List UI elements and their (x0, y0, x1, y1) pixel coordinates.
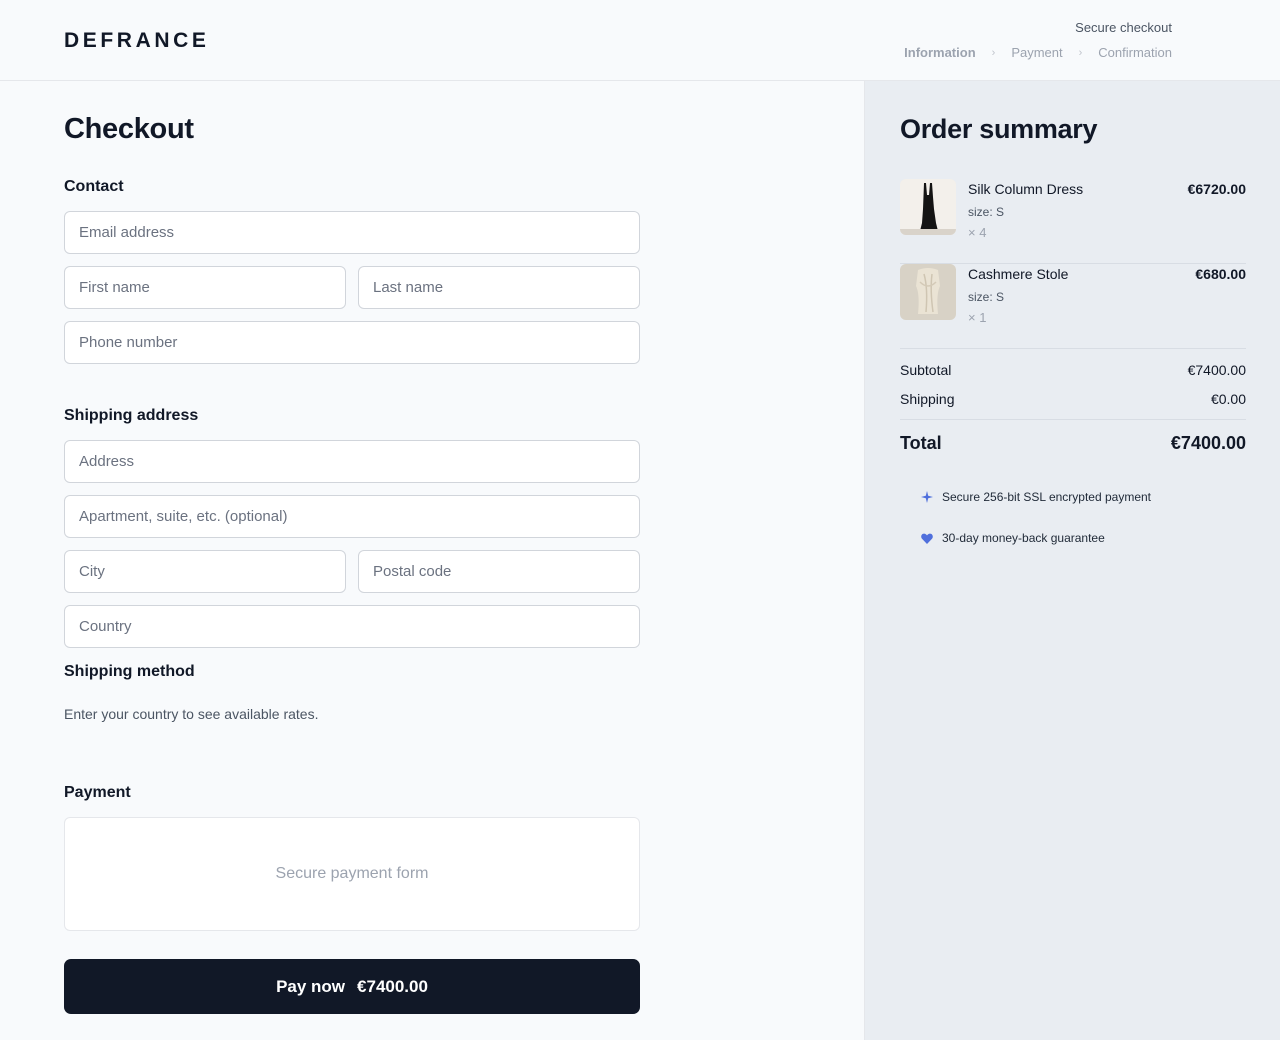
total-row: Total €7400.00 (900, 433, 1246, 454)
subtotal-label: Subtotal (900, 362, 952, 378)
step-payment[interactable]: Payment (1011, 45, 1062, 60)
checkout-form-panel: Checkout Contact Shipping address Shippi… (0, 81, 864, 1040)
total-value: €7400.00 (1170, 433, 1246, 453)
site-header: DEFRANCE Secure checkout Information › P… (0, 0, 1280, 81)
contact-section-title: Contact (64, 178, 124, 195)
ssl-badge-text: Secure 256-bit SSL encrypted payment (942, 490, 1152, 504)
money-back-badge: 30-day money-back guarantee (920, 531, 1105, 545)
product-thumbnail (900, 179, 956, 235)
shipping-value: €0.00 (1210, 391, 1246, 407)
shipping-address-section-title: Shipping address (64, 407, 199, 424)
pay-now-amount: €7400.00 (357, 976, 428, 996)
address-field[interactable] (64, 440, 640, 483)
total-label: Total (900, 433, 942, 453)
secure-checkout-label: Secure checkout (1075, 20, 1172, 35)
summary-divider (900, 419, 1246, 420)
step-confirmation[interactable]: Confirmation (1098, 45, 1172, 60)
ssl-badge: Secure 256-bit SSL encrypted payment (920, 490, 1151, 504)
email-field[interactable] (64, 211, 640, 254)
item-quantity: × 4 (968, 225, 987, 240)
phone-field[interactable] (64, 321, 640, 364)
money-back-badge-text: 30-day money-back guarantee (942, 531, 1105, 545)
postal-code-field[interactable] (358, 550, 640, 593)
first-name-field[interactable] (64, 266, 346, 309)
chevron-right-icon: › (1078, 46, 1083, 59)
shipping-row: Shipping €0.00 (900, 391, 1246, 407)
order-summary-panel: Order summary Silk Column Dress size: S … (864, 81, 1280, 1040)
shipping-rates-note: Enter your country to see available rate… (64, 706, 319, 722)
order-item: Silk Column Dress size: S × 4 €6720.00 (900, 179, 1246, 264)
item-quantity: × 1 (968, 310, 987, 325)
heart-icon (920, 531, 934, 545)
order-summary-title: Order summary (900, 114, 1098, 144)
shipping-label: Shipping (900, 391, 955, 407)
item-size: size: S (968, 205, 1005, 219)
sparkle-icon (920, 490, 934, 504)
order-item: Cashmere Stole size: S × 1 €680.00 (900, 264, 1246, 349)
shipping-method-section-title: Shipping method (64, 663, 195, 680)
item-name: Cashmere Stole (968, 266, 1069, 282)
pay-now-button[interactable]: Pay now €7400.00 (64, 959, 640, 1014)
subtotal-row: Subtotal €7400.00 (900, 362, 1246, 378)
chevron-right-icon: › (991, 46, 996, 59)
step-information[interactable]: Information (904, 45, 976, 60)
pay-now-label: Pay now (276, 976, 346, 996)
item-price: €680.00 (1195, 266, 1246, 282)
checkout-steps-breadcrumb: Information › Payment › Confirmation (904, 45, 1172, 60)
country-field[interactable] (64, 605, 640, 648)
last-name-field[interactable] (358, 266, 640, 309)
city-field[interactable] (64, 550, 346, 593)
subtotal-value: €7400.00 (1187, 362, 1246, 378)
apartment-field[interactable] (64, 495, 640, 538)
payment-section-title: Payment (64, 784, 131, 801)
item-price: €6720.00 (1187, 181, 1246, 197)
product-thumbnail (900, 264, 956, 320)
page-title: Checkout (64, 113, 194, 145)
payment-form-placeholder: Secure payment form (275, 865, 429, 882)
item-size: size: S (968, 290, 1005, 304)
payment-form-container[interactable]: Secure payment form (64, 817, 640, 931)
item-name: Silk Column Dress (968, 181, 1084, 197)
brand-logo[interactable]: DEFRANCE (64, 29, 209, 53)
